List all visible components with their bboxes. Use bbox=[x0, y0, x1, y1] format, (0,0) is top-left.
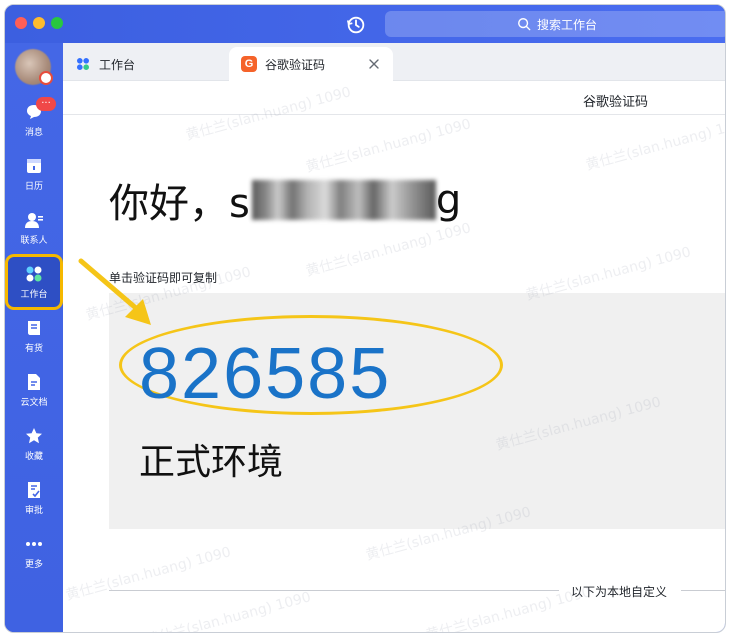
cloud-doc-icon bbox=[28, 374, 40, 390]
sidebar-item-label: 收藏 bbox=[24, 452, 43, 462]
sidebar-item-label: 联系人 bbox=[20, 236, 48, 246]
tab-bar: 工作台 G 谷歌验证码 bbox=[63, 43, 725, 81]
tab-workspace[interactable]: 工作台 bbox=[63, 47, 228, 81]
search-input[interactable]: 搜索工作台 bbox=[385, 11, 725, 37]
blurred-username bbox=[251, 180, 436, 220]
message-badge: ··· bbox=[36, 97, 56, 111]
sidebar-item-label: 更多 bbox=[24, 560, 43, 570]
google-g-icon: G bbox=[241, 56, 257, 72]
main-content: 工作台 G 谷歌验证码 谷歌验证码 你好，s g 单击验证码即可复制 82658… bbox=[63, 43, 726, 633]
calendar-icon bbox=[27, 159, 41, 173]
close-window-button[interactable] bbox=[15, 17, 27, 29]
workspace-grid-icon bbox=[26, 266, 42, 282]
star-icon bbox=[26, 428, 42, 444]
sidebar-item-label: 消息 bbox=[24, 128, 43, 138]
sidebar-item-label: 云文档 bbox=[20, 398, 48, 408]
sidebar-item-label: 审批 bbox=[24, 506, 43, 516]
sidebar-item-approval[interactable]: 审批 bbox=[8, 473, 60, 523]
sidebar-item-favorites[interactable]: 收藏 bbox=[8, 419, 60, 469]
sidebar-item-label: 有货 bbox=[24, 344, 43, 354]
title-bar: 搜索工作台 bbox=[5, 5, 725, 43]
book-icon bbox=[28, 321, 40, 335]
app-window: 搜索工作台 ··· 消息 日历 联系人 工作台 有货 云文档 收藏 审批 更多 … bbox=[4, 4, 726, 633]
sidebar-item-workspace[interactable]: 工作台 bbox=[5, 254, 63, 310]
divider-line bbox=[681, 590, 725, 591]
sidebar-item-calendar[interactable]: 日历 bbox=[8, 149, 60, 199]
approval-icon bbox=[28, 482, 40, 498]
sidebar-item-label: 日历 bbox=[24, 182, 43, 192]
environment-label: 正式环境 bbox=[139, 442, 284, 483]
more-dots-icon bbox=[26, 542, 42, 546]
minimize-window-button[interactable] bbox=[33, 17, 45, 29]
tab-label: 工作台 bbox=[99, 57, 136, 72]
sidebar-item-more[interactable]: 更多 bbox=[8, 527, 60, 577]
annotation-arrow bbox=[78, 258, 151, 325]
avatar-status-badge bbox=[39, 71, 53, 85]
verification-code-box[interactable]: 826585 正式环境 bbox=[109, 293, 725, 529]
greeting: 你好，s g bbox=[109, 171, 461, 229]
search-placeholder: 搜索工作台 bbox=[536, 17, 597, 32]
divider-line bbox=[109, 590, 559, 591]
tab-label: 谷歌验证码 bbox=[265, 57, 326, 72]
sidebar-item-messages[interactable]: ··· 消息 bbox=[8, 95, 60, 145]
workspace-grid-icon bbox=[77, 58, 89, 70]
sidebar-item-label: 工作台 bbox=[20, 290, 48, 300]
greeting-prefix: 你好，s bbox=[109, 181, 250, 227]
greeting-suffix: g bbox=[435, 177, 462, 223]
verification-code[interactable]: 826585 bbox=[139, 333, 391, 415]
sidebar-item-cloud-docs[interactable]: 云文档 bbox=[8, 365, 60, 415]
page-title: 谷歌验证码 bbox=[583, 95, 649, 110]
divider-label: 以下为本地自定义 bbox=[571, 585, 668, 599]
page-header: 谷歌验证码 bbox=[63, 81, 725, 115]
watermark: 黄仕兰(slan.huang) 1090 bbox=[584, 114, 726, 174]
close-icon[interactable] bbox=[367, 57, 381, 71]
watermark: 黄仕兰(slan.huang) 1090 bbox=[64, 544, 233, 604]
sidebar: ··· 消息 日历 联系人 工作台 有货 云文档 收藏 审批 更多 bbox=[5, 43, 63, 632]
maximize-window-button[interactable] bbox=[51, 17, 63, 29]
sidebar-item-youhuo[interactable]: 有货 bbox=[8, 311, 60, 361]
contacts-icon bbox=[25, 213, 43, 228]
watermark: 黄仕兰(slan.huang) 1090 bbox=[144, 589, 313, 633]
sidebar-item-contacts[interactable]: 联系人 bbox=[8, 203, 60, 253]
search-icon bbox=[518, 18, 531, 31]
tab-google-authenticator[interactable]: G 谷歌验证码 bbox=[229, 47, 393, 81]
watermark: 黄仕兰(slan.huang) 1090 bbox=[304, 116, 473, 176]
history-icon[interactable] bbox=[345, 14, 367, 36]
